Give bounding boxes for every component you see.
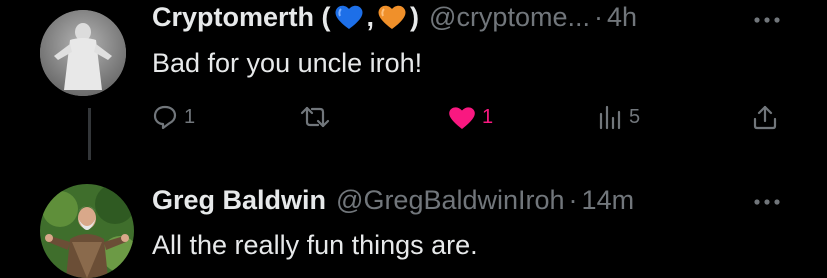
share-button[interactable] (752, 104, 778, 130)
tweet-2-header: Greg Baldwin @GregBaldwinIroh · 14m (152, 183, 634, 217)
avatar-cryptomerth[interactable] (40, 10, 126, 96)
tweet-2[interactable]: Greg Baldwin @GregBaldwinIroh · 14m All … (0, 170, 827, 278)
author-handle[interactable]: @GregBaldwinIroh (336, 183, 565, 217)
tweet-text: All the really fun things are. (152, 230, 478, 260)
tweet-text: Bad for you uncle iroh! (152, 48, 423, 78)
retweet-icon (300, 106, 330, 128)
thread-connector-line (88, 108, 91, 160)
tweet-1-header: Cryptomerth ( , ) @cryptome... · 4h (152, 0, 637, 34)
author-name-comma: , (366, 2, 375, 32)
blue-heart-icon (335, 5, 363, 30)
retweet-button[interactable] (300, 104, 336, 130)
like-button[interactable]: 1 (448, 105, 493, 130)
reply-count: 1 (184, 105, 196, 128)
analytics-icon (599, 105, 621, 130)
reply-icon (153, 105, 177, 130)
timestamp[interactable]: 4h (607, 0, 637, 34)
views-count: 5 (629, 105, 641, 128)
tweet-1[interactable]: Cryptomerth ( , ) @cryptome... · 4h Bad … (0, 0, 827, 160)
author-name-suffix: ) (410, 2, 420, 32)
more-options-icon[interactable] (752, 197, 782, 207)
separator-dot: · (593, 2, 603, 32)
reply-button[interactable]: 1 (152, 104, 195, 130)
orange-heart-icon (378, 5, 406, 30)
views-button[interactable]: 5 (597, 104, 640, 130)
author-name-prefix: Cryptomerth ( (152, 2, 331, 32)
author-name[interactable]: Cryptomerth ( , ) (152, 0, 419, 34)
separator-dot: · (568, 185, 578, 215)
heart-filled-icon (449, 107, 475, 129)
timestamp[interactable]: 14m (582, 183, 635, 217)
author-handle[interactable]: @cryptome... (429, 0, 590, 34)
more-options-icon[interactable] (752, 15, 782, 25)
author-name[interactable]: Greg Baldwin (152, 183, 326, 217)
share-icon (753, 105, 777, 130)
like-count: 1 (482, 106, 494, 128)
avatar-greg-baldwin[interactable] (40, 184, 134, 278)
